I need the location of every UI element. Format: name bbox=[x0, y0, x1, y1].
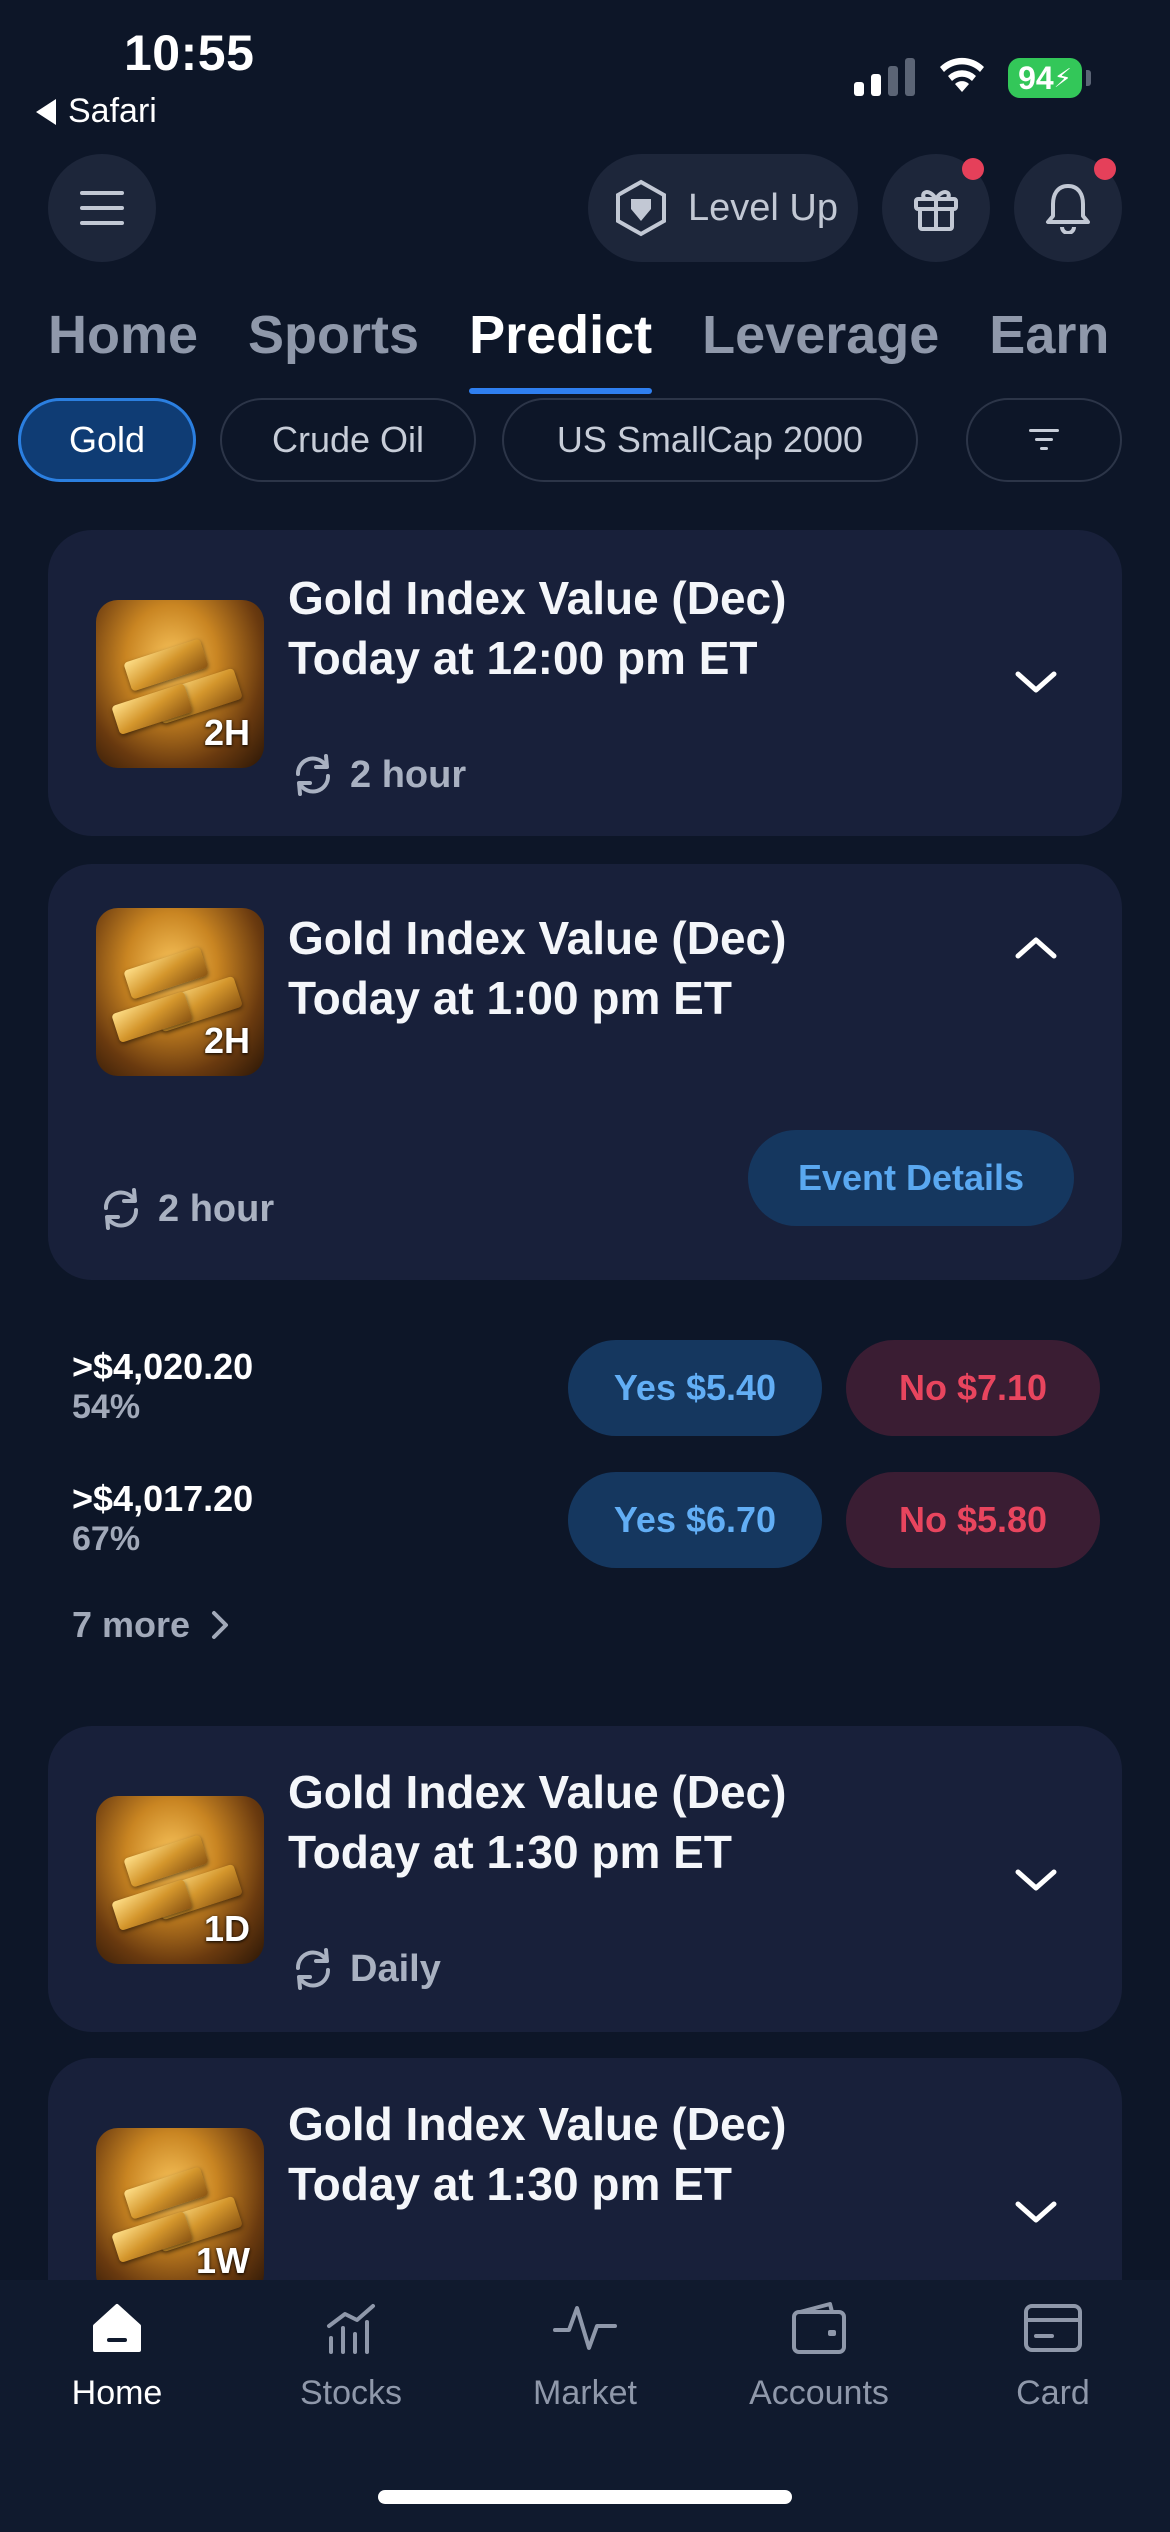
event-details-button[interactable]: Event Details bbox=[748, 1130, 1074, 1226]
level-up-shield-icon bbox=[616, 179, 666, 237]
gold-bars-thumbnail: 1D bbox=[96, 1796, 264, 1964]
market-card[interactable]: 2H Gold Index Value (Dec) Today at 12:00… bbox=[48, 530, 1122, 836]
card-subtitle: Today at 1:00 pm ET bbox=[288, 972, 732, 1024]
more-label: 7 more bbox=[72, 1604, 191, 1645]
chip-us-smallcap[interactable]: US SmallCap 2000 bbox=[502, 398, 918, 482]
card-title: Gold Index Value (Dec) bbox=[288, 1766, 787, 1818]
nav-stocks[interactable]: Stocks bbox=[234, 2300, 468, 2413]
credit-card-icon bbox=[1024, 2304, 1082, 2352]
timeframe-badge: 2H bbox=[203, 1020, 250, 1061]
more-outcomes-link[interactable]: 7 more bbox=[72, 1604, 232, 1646]
card-title: Gold Index Value (Dec) bbox=[288, 2098, 787, 2150]
battery-tip bbox=[1086, 70, 1091, 86]
chip-crude-oil[interactable]: Crude Oil bbox=[220, 398, 476, 482]
back-app-label: Safari bbox=[68, 92, 157, 130]
nav-market-label: Market bbox=[533, 2374, 637, 2412]
wifi-icon bbox=[940, 57, 984, 92]
pulse-icon bbox=[553, 2306, 617, 2350]
refresh-icon bbox=[295, 1948, 331, 1990]
frequency-text: 2 hour bbox=[158, 1187, 275, 1230]
nav-accounts[interactable]: Accounts bbox=[702, 2300, 936, 2413]
outcome-threshold: >$4,017.20 bbox=[72, 1478, 254, 1519]
card-subtitle: Today at 12:00 pm ET bbox=[288, 632, 758, 684]
back-arrow-icon bbox=[36, 98, 56, 125]
nav-home[interactable]: Home bbox=[0, 2300, 234, 2413]
battery-level: 94 bbox=[1018, 59, 1054, 96]
stocks-chart-icon bbox=[327, 2304, 375, 2354]
chevron-down-icon[interactable] bbox=[1012, 658, 1060, 706]
outcome-probability: 67% bbox=[72, 1520, 141, 1558]
gift-button[interactable] bbox=[882, 154, 990, 262]
menu-button[interactable] bbox=[48, 154, 156, 262]
frequency-label: Daily bbox=[290, 1946, 441, 1992]
status-time: 10:55 bbox=[124, 25, 255, 81]
outcome-threshold: >$4,020.20 bbox=[72, 1346, 254, 1387]
tab-home[interactable]: Home bbox=[48, 304, 198, 394]
nav-card-label: Card bbox=[1016, 2374, 1090, 2412]
gold-bars-thumbnail: 1W bbox=[96, 2128, 264, 2296]
frequency-label: 2 hour bbox=[290, 752, 466, 798]
gift-notification-dot bbox=[962, 158, 984, 180]
hamburger-menu-icon bbox=[80, 191, 124, 225]
card-title: Gold Index Value (Dec) bbox=[288, 912, 787, 964]
nav-accounts-label: Accounts bbox=[749, 2374, 889, 2412]
bell-icon bbox=[1046, 184, 1090, 234]
nav-card[interactable]: Card bbox=[936, 2300, 1170, 2413]
refresh-icon bbox=[295, 754, 331, 796]
home-icon bbox=[93, 2304, 141, 2352]
level-up-button[interactable]: Level Up bbox=[588, 154, 858, 262]
top-tabs: Home Sports Predict Leverage Earn bbox=[48, 304, 1159, 394]
cellular-signal-icon bbox=[854, 56, 915, 96]
back-to-safari[interactable]: Safari bbox=[36, 92, 157, 131]
filter-button[interactable] bbox=[966, 398, 1122, 482]
yes-button[interactable]: Yes $6.70 bbox=[568, 1472, 822, 1568]
chip-gold[interactable]: Gold bbox=[18, 398, 196, 482]
card-subtitle: Today at 1:30 pm ET bbox=[288, 2158, 732, 2210]
nav-home-label: Home bbox=[71, 2374, 163, 2412]
tab-sports[interactable]: Sports bbox=[248, 304, 419, 394]
refresh-icon bbox=[103, 1188, 139, 1230]
frequency-label: 2 hour bbox=[98, 1186, 274, 1232]
timeframe-badge: 1D bbox=[203, 1908, 250, 1949]
tab-earn[interactable]: Earn bbox=[989, 304, 1109, 394]
yes-button[interactable]: Yes $5.40 bbox=[568, 1340, 822, 1436]
timeframe-badge: 2H bbox=[203, 712, 250, 753]
card-title: Gold Index Value (Dec) bbox=[288, 572, 787, 624]
gold-bars-thumbnail: 2H bbox=[96, 600, 264, 768]
frequency-text: Daily bbox=[350, 1947, 441, 1990]
chevron-right-icon bbox=[212, 1611, 229, 1639]
gift-icon bbox=[914, 190, 958, 231]
chevron-up-icon[interactable] bbox=[1012, 924, 1060, 972]
notifications-button[interactable] bbox=[1014, 154, 1122, 262]
gold-bars-thumbnail: 2H bbox=[96, 908, 264, 1076]
outcome-row: >$4,017.20 67% bbox=[72, 1478, 253, 1559]
outcome-row: >$4,020.20 54% bbox=[72, 1346, 253, 1427]
wallet-icon bbox=[792, 2302, 846, 2354]
tab-predict[interactable]: Predict bbox=[469, 304, 653, 394]
battery-indicator: 94 ⚡ bbox=[1008, 58, 1082, 98]
nav-stocks-label: Stocks bbox=[299, 2374, 403, 2412]
nav-market[interactable]: Market bbox=[468, 2300, 702, 2413]
market-card[interactable]: 1D Gold Index Value (Dec) Today at 1:30 … bbox=[48, 1726, 1122, 2032]
level-up-label: Level Up bbox=[688, 186, 838, 229]
no-button[interactable]: No $7.10 bbox=[846, 1340, 1100, 1436]
filter-icon bbox=[1029, 429, 1059, 450]
home-indicator[interactable] bbox=[378, 2490, 792, 2504]
card-subtitle: Today at 1:30 pm ET bbox=[288, 1826, 732, 1878]
frequency-text: 2 hour bbox=[350, 753, 467, 796]
bell-notification-dot bbox=[1094, 158, 1116, 180]
outcome-probability: 54% bbox=[72, 1388, 141, 1426]
no-button[interactable]: No $5.80 bbox=[846, 1472, 1100, 1568]
timeframe-badge: 1W bbox=[196, 2240, 250, 2281]
chevron-down-icon[interactable] bbox=[1012, 2188, 1060, 2236]
tab-leverage[interactable]: Leverage bbox=[702, 304, 939, 394]
chevron-down-icon[interactable] bbox=[1012, 1856, 1060, 1904]
